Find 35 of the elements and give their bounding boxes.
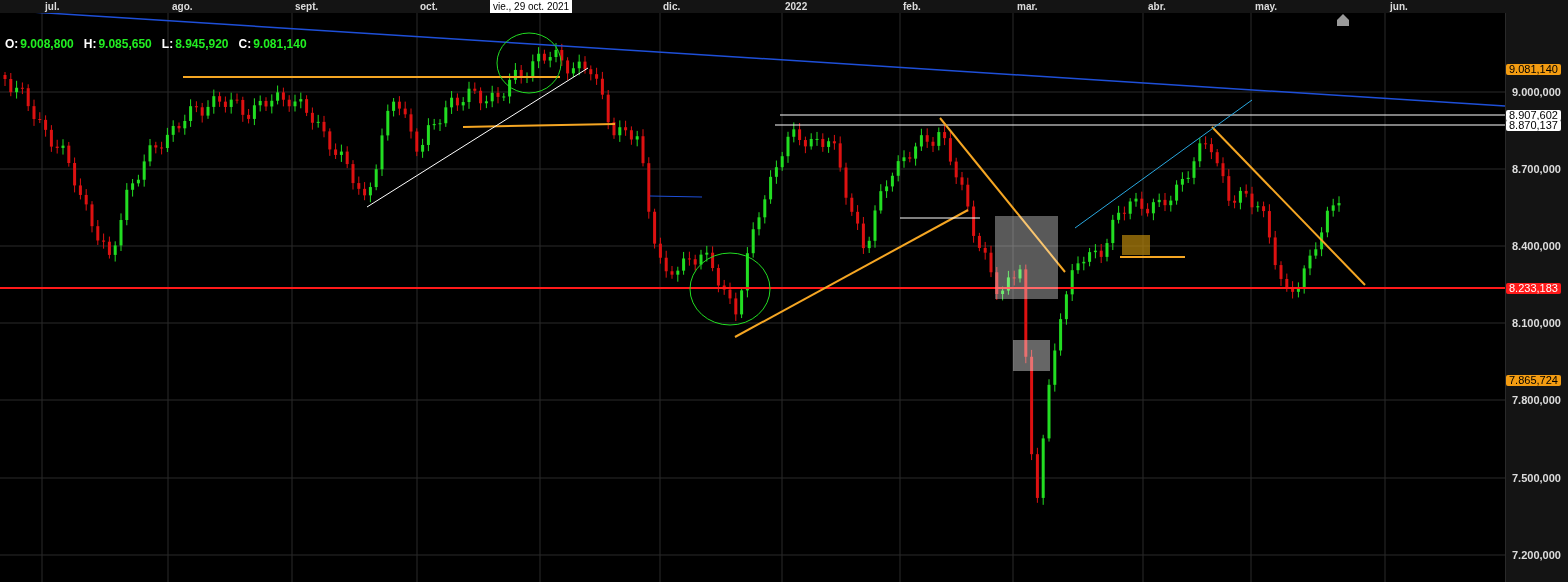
price-tick-label: 7.200,000 [1512,549,1561,561]
month-label: feb. [903,0,921,13]
price-tick-label: 8.700,000 [1512,163,1561,175]
ohlc-label: C: [238,37,252,51]
month-label: oct. [420,0,438,13]
month-label: mar. [1017,0,1038,13]
ohlc-value: 9.008,800 [20,37,74,51]
ohlc-value: 9.085,650 [98,37,152,51]
price-tag: 9.081,140 [1506,64,1561,75]
trend-line [649,195,703,198]
month-label: abr. [1148,0,1166,13]
price-tag: 8.233,183 [1506,283,1561,294]
price-tick-label: 9.000,000 [1512,86,1561,98]
price-tick-label: 8.100,000 [1512,317,1561,329]
ohlc-label: O: [5,37,19,51]
month-label: 2022 [785,0,808,13]
price-tag: 8.870,137 [1506,120,1561,131]
month-label: may. [1255,0,1278,13]
ohlc-value: 8.945,920 [175,37,229,51]
month-label: jun. [1390,0,1408,13]
ohlc-value: 9.081,140 [253,37,307,51]
highlight-zone [1013,340,1050,371]
month-label: ago. [172,0,193,13]
crosshair-date-label: vie., 29 oct. 2021 [490,0,573,13]
price-tick-label: 8.400,000 [1512,240,1561,252]
ohlc-label: H: [83,37,97,51]
highlight-circle [496,32,562,94]
highlight-zone [1122,235,1150,255]
month-label: dic. [663,0,681,13]
price-tick-label: 7.800,000 [1512,394,1561,406]
month-label: jul. [45,0,60,13]
ohlc-label: L: [161,37,174,51]
price-tick-label: 7.500,000 [1512,472,1561,484]
month-label: sept. [295,0,319,13]
price-tag: 7.865,724 [1506,375,1561,386]
